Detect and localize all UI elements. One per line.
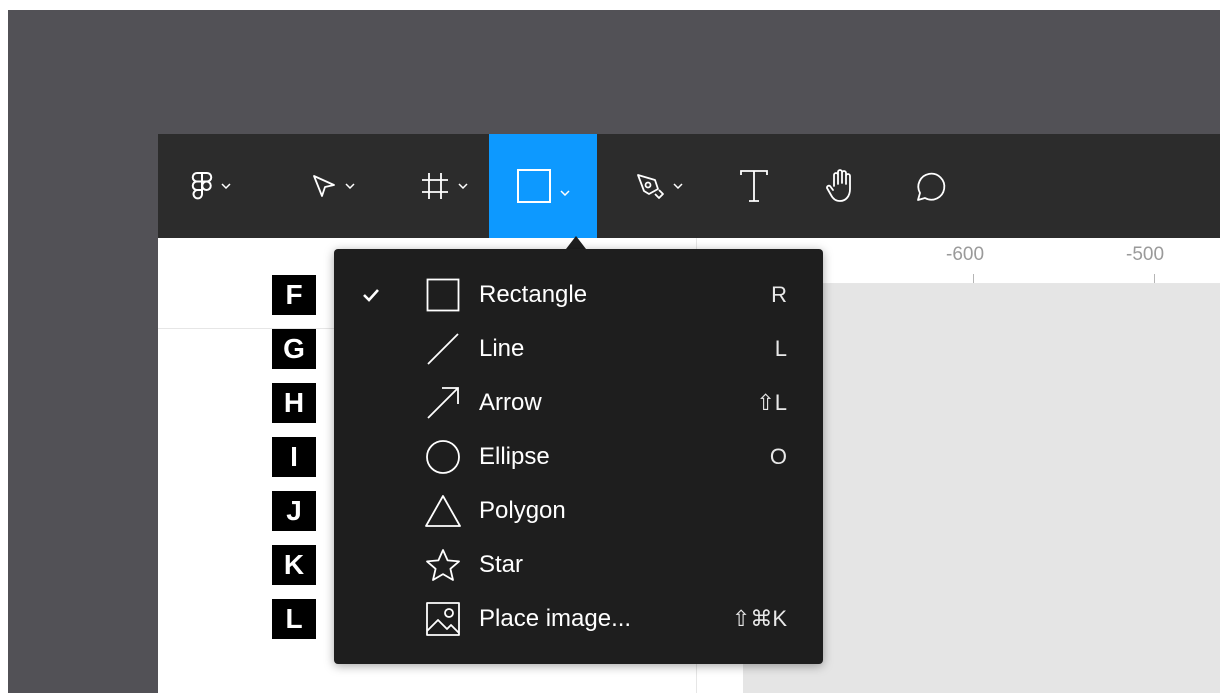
comment-tool-button[interactable] xyxy=(903,134,959,238)
chevron-down-icon xyxy=(560,190,570,196)
menu-item-label: Line xyxy=(479,335,525,362)
speech-bubble-icon xyxy=(917,172,946,201)
menu-item-place-image[interactable]: Place image... ⇧⌘K xyxy=(334,593,823,645)
menu-item-line[interactable]: Line L xyxy=(334,323,823,375)
pen-tool-button[interactable] xyxy=(624,134,694,238)
pen-nib-icon xyxy=(637,174,664,199)
pointer-arrow-icon xyxy=(313,175,335,197)
figma-logo-icon xyxy=(191,172,213,200)
menu-item-label: Ellipse xyxy=(479,443,550,470)
line-icon xyxy=(424,323,462,375)
text-t-icon xyxy=(740,170,768,202)
polygon-icon xyxy=(424,485,462,537)
menu-item-shortcut: R xyxy=(771,282,787,307)
menu-item-ellipse[interactable]: Ellipse O xyxy=(334,431,823,483)
shape-tool-button[interactable] xyxy=(489,134,597,238)
menu-item-label: Star xyxy=(479,551,524,578)
menu-item-shortcut: L xyxy=(774,336,787,361)
star-icon xyxy=(424,539,462,591)
chevron-down-icon xyxy=(458,183,468,189)
callout-letter: H xyxy=(272,383,316,423)
chevron-down-icon xyxy=(673,183,683,189)
ellipse-icon xyxy=(424,431,462,483)
menu-caret xyxy=(566,236,586,249)
menu-item-shortcut: ⇧⌘K xyxy=(731,606,787,631)
callout-letter: L xyxy=(272,599,316,639)
checkmark-icon xyxy=(362,269,380,321)
shape-tool-menu: Rectangle R Line L Arrow ⇧L Ellipse O Po… xyxy=(334,249,823,664)
ruler-tick xyxy=(973,274,974,283)
callout-letter: F xyxy=(272,275,316,315)
ruler-tick xyxy=(1154,274,1155,283)
callout-letter: I xyxy=(272,437,316,477)
menu-item-rectangle[interactable]: Rectangle R xyxy=(334,269,823,321)
move-tool-button[interactable] xyxy=(298,134,368,238)
image-icon xyxy=(424,593,462,645)
ruler-label: -600 xyxy=(946,244,985,265)
arrow-icon xyxy=(424,377,462,429)
menu-item-shortcut: ⇧L xyxy=(756,390,787,415)
hand-tool-button[interactable] xyxy=(813,134,869,238)
callout-letter: G xyxy=(272,329,316,369)
menu-item-arrow[interactable]: Arrow ⇧L xyxy=(334,377,823,429)
menu-item-polygon[interactable]: Polygon xyxy=(334,485,823,537)
rectangle-icon xyxy=(424,269,462,321)
menu-item-label: Rectangle xyxy=(479,281,588,308)
menu-item-label: Place image... xyxy=(479,605,632,632)
text-tool-button[interactable] xyxy=(726,134,782,238)
hash-frame-icon xyxy=(422,173,448,199)
rectangle-icon xyxy=(517,169,551,203)
menu-item-label: Arrow xyxy=(479,389,542,416)
figma-menu-button[interactable] xyxy=(176,134,246,238)
chevron-down-icon xyxy=(221,183,231,189)
toolbar xyxy=(158,134,1220,238)
callout-letter: J xyxy=(272,491,316,531)
chevron-down-icon xyxy=(345,183,355,189)
menu-item-shortcut: O xyxy=(769,444,787,469)
frame-tool-button[interactable] xyxy=(408,134,480,238)
hand-icon xyxy=(826,169,851,202)
menu-item-label: Polygon xyxy=(479,497,566,524)
ruler-label: -500 xyxy=(1126,244,1165,265)
callout-letter: K xyxy=(272,545,316,585)
menu-item-star[interactable]: Star xyxy=(334,539,823,591)
